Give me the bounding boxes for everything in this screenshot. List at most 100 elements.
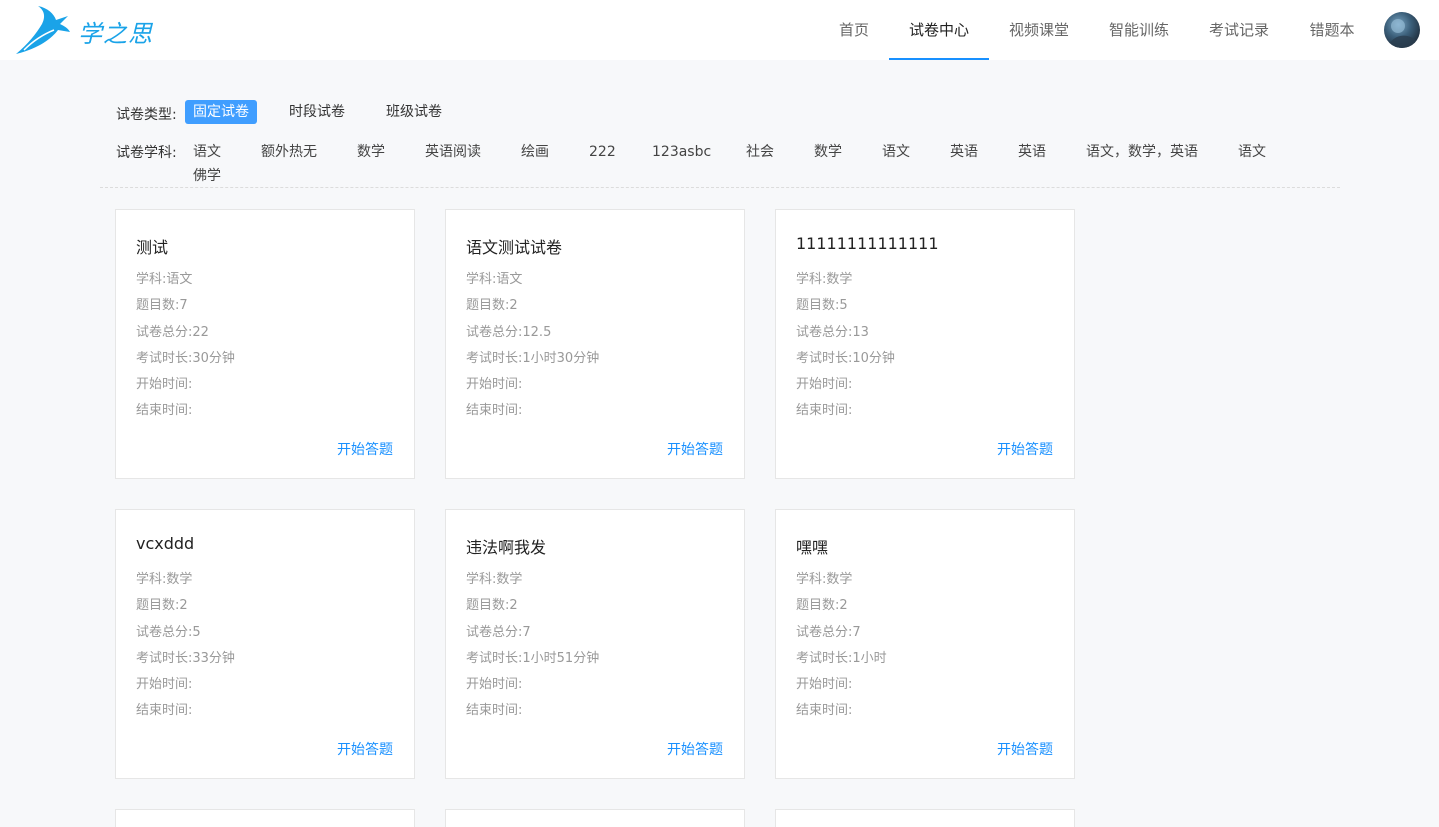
field-label: 学科:: [136, 272, 167, 287]
field-value: 10分钟: [852, 351, 895, 366]
start-answering-button[interactable]: 开始答题: [667, 439, 723, 459]
field-label: 开始时间:: [796, 677, 853, 692]
field-label: 题目数:: [466, 298, 510, 313]
field-label: 题目数:: [136, 298, 180, 313]
brand-name: 学之思: [78, 20, 153, 48]
field-value: 1小时30分钟: [522, 351, 600, 366]
field-label: 试卷总分:: [466, 325, 523, 340]
paper-question-count: 题目数:5: [796, 294, 848, 313]
nav-item-exam-records[interactable]: 考试记录: [1202, 0, 1276, 60]
paper-question-count: 题目数:2: [466, 594, 518, 613]
field-value: 7: [522, 625, 531, 640]
start-answering-button[interactable]: 开始答题: [337, 439, 393, 459]
subject-tag[interactable]: 数学: [357, 142, 385, 162]
subject-tag[interactable]: 英语阅读: [425, 142, 481, 162]
paper-total-score: 试卷总分:7: [466, 621, 531, 640]
field-label: 试卷总分:: [136, 325, 193, 340]
nav-item-smart-training[interactable]: 智能训练: [1102, 0, 1176, 60]
paper-card-partial: [115, 809, 415, 827]
paper-total-score: 试卷总分:22: [136, 321, 209, 340]
subject-tag[interactable]: 社会: [746, 142, 774, 162]
field-label: 结束时间:: [796, 403, 853, 418]
paper-card: 语文测试试卷 学科:语文 题目数:2 试卷总分:12.5 考试时长:1小时30分…: [445, 209, 745, 479]
field-label: 结束时间:: [136, 403, 193, 418]
subject-tag[interactable]: 绘画: [521, 142, 549, 162]
paper-duration: 考试时长:10分钟: [796, 347, 895, 366]
field-value: 数学: [166, 572, 193, 587]
subject-tag[interactable]: 数学: [814, 142, 842, 162]
paper-end-time: 结束时间:: [136, 399, 192, 418]
field-value: 1小时51分钟: [522, 651, 600, 666]
subject-tag[interactable]: 语文，数学，英语: [1086, 142, 1198, 162]
subject-tag[interactable]: 英语: [950, 142, 978, 162]
field-value: 2: [509, 298, 518, 313]
subject-tag[interactable]: 额外热无: [261, 142, 317, 162]
subject-tag[interactable]: 语文: [1238, 142, 1266, 162]
type-tag-class[interactable]: 班级试卷: [378, 100, 450, 124]
field-label: 开始时间:: [466, 377, 523, 392]
subject-tag[interactable]: 佛学: [193, 166, 221, 186]
deer-logo-icon: [16, 6, 70, 54]
field-value: 7: [179, 298, 188, 313]
field-label: 考试时长:: [136, 351, 193, 366]
type-tag-fixed[interactable]: 固定试卷: [185, 100, 257, 124]
filter-panel: 试卷类型: 固定试卷 时段试卷 班级试卷 试卷学科: 语文 额外热无 数学 英语…: [100, 96, 1340, 188]
paper-question-count: 题目数:2: [796, 594, 848, 613]
field-label: 试卷总分:: [136, 625, 193, 640]
paper-total-score: 试卷总分:7: [796, 621, 861, 640]
nav-item-paper-center[interactable]: 试卷中心: [889, 0, 989, 60]
subject-tag[interactable]: 语文: [193, 142, 221, 162]
field-value: 语文: [166, 272, 193, 287]
field-label: 结束时间:: [466, 703, 523, 718]
field-value: 数学: [826, 272, 853, 287]
start-answering-button[interactable]: 开始答题: [997, 739, 1053, 759]
start-answering-button[interactable]: 开始答题: [997, 439, 1053, 459]
nav-item-wrong-questions[interactable]: 错题本: [1302, 0, 1362, 60]
paper-card: 11111111111111 学科:数学 题目数:5 试卷总分:13 考试时长:…: [775, 209, 1075, 479]
paper-title: vcxddd: [136, 534, 195, 553]
subject-tag[interactable]: 英语: [1018, 142, 1046, 162]
paper-end-time: 结束时间:: [136, 699, 192, 718]
paper-total-score: 试卷总分:12.5: [466, 321, 551, 340]
start-answering-button[interactable]: 开始答题: [667, 739, 723, 759]
field-label: 开始时间:: [136, 677, 193, 692]
field-label: 题目数:: [796, 298, 840, 313]
start-answering-button[interactable]: 开始答题: [337, 739, 393, 759]
paper-title: 语文测试试卷: [466, 238, 563, 257]
paper-title: 测试: [136, 238, 169, 257]
paper-start-time: 开始时间:: [466, 673, 522, 692]
field-value: 2: [509, 598, 518, 613]
field-value: 30分钟: [192, 351, 235, 366]
paper-end-time: 结束时间:: [466, 699, 522, 718]
paper-card-partial: [775, 809, 1075, 827]
paper-total-score: 试卷总分:13: [796, 321, 869, 340]
nav-item-video-class[interactable]: 视频课堂: [1002, 0, 1076, 60]
field-label: 学科:: [466, 272, 497, 287]
paper-question-count: 题目数:7: [136, 294, 188, 313]
nav-item-home[interactable]: 首页: [832, 0, 876, 60]
field-label: 题目数:: [466, 598, 510, 613]
brand-logo[interactable]: 学之思: [14, 4, 154, 56]
field-value: 22: [192, 325, 209, 340]
subject-tag[interactable]: 语文: [882, 142, 910, 162]
field-label: 考试时长:: [796, 351, 853, 366]
subject-tag[interactable]: 222: [589, 142, 616, 162]
field-label: 学科:: [796, 272, 827, 287]
field-value: 5: [192, 625, 201, 640]
user-avatar[interactable]: [1384, 12, 1420, 48]
subject-tag[interactable]: 123asbc: [652, 142, 711, 162]
field-label: 题目数:: [136, 598, 180, 613]
field-label: 考试时长:: [136, 651, 193, 666]
field-value: 2: [179, 598, 188, 613]
paper-title: 违法啊我发: [466, 538, 547, 557]
paper-total-score: 试卷总分:5: [136, 621, 201, 640]
field-value: 2: [839, 598, 848, 613]
field-value: 数学: [826, 572, 853, 587]
type-tag-period[interactable]: 时段试卷: [281, 100, 353, 124]
paper-card-partial: [445, 809, 745, 827]
field-value: 12.5: [522, 325, 552, 340]
paper-subject: 学科:数学: [796, 568, 852, 587]
field-label: 开始时间:: [136, 377, 193, 392]
paper-end-time: 结束时间:: [796, 699, 852, 718]
field-label: 考试时长:: [466, 651, 523, 666]
